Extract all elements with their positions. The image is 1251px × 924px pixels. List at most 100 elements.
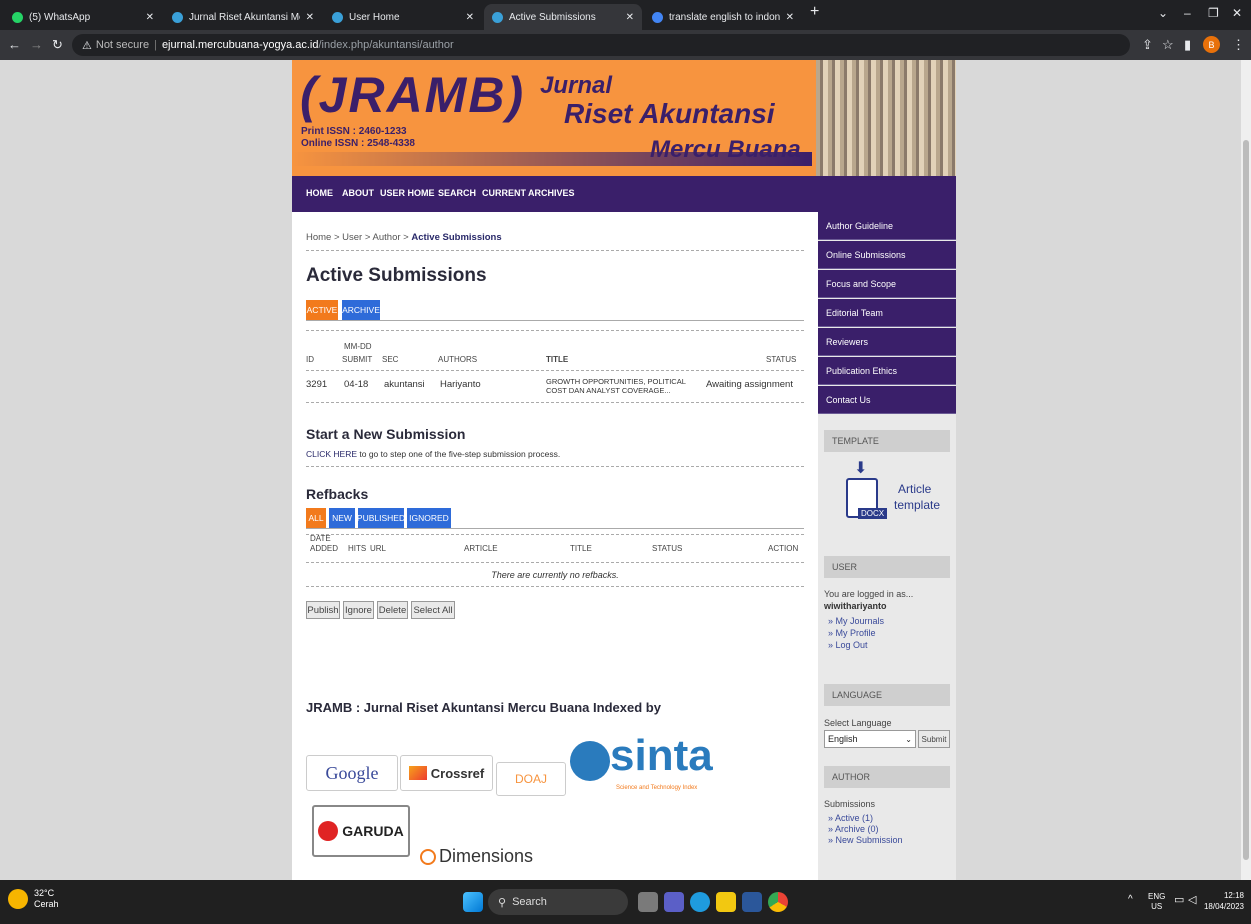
bookmark-star-icon[interactable]: ☆ <box>1162 37 1174 53</box>
volume-icon[interactable]: ◁ <box>1188 893 1196 906</box>
sidebar-item-publication-ethics[interactable]: Publication Ethics <box>818 357 956 385</box>
archive-submissions-link[interactable]: » Archive (0) <box>828 824 879 835</box>
active-submissions-link[interactable]: » Active (1) <box>828 813 873 824</box>
new-tab-button[interactable]: + <box>810 3 819 21</box>
sidebar-item-reviewers[interactable]: Reviewers <box>818 328 956 356</box>
close-icon[interactable]: ✕ <box>146 12 154 23</box>
filter-ignored[interactable]: IGNORED <box>407 508 451 528</box>
tab-active[interactable]: ACTIVE <box>306 300 338 320</box>
tab-user-home[interactable]: User Home ✕ <box>324 4 482 30</box>
profile-avatar[interactable]: B <box>1203 36 1220 53</box>
delete-button[interactable]: Delete <box>377 601 408 619</box>
col-status: STATUS <box>652 544 683 553</box>
tab-whatsapp[interactable]: (5) WhatsApp ✕ <box>4 4 162 30</box>
nav-user-home[interactable]: USER HOME <box>380 188 435 198</box>
whatsapp-icon <box>12 11 23 23</box>
restore-button[interactable]: ❐ <box>1208 6 1219 20</box>
main-nav: HOME ABOUT USER HOME SEARCH CURRENT ARCH… <box>292 176 956 212</box>
log-out-link[interactable]: » Log Out <box>828 640 868 651</box>
col-title[interactable]: TITLE <box>546 355 568 365</box>
article-template-link[interactable]: ⬇ DOCX Article template <box>840 458 950 530</box>
close-window-button[interactable]: ✕ <box>1232 6 1242 20</box>
taskbar-search[interactable]: ⚲ Search <box>488 889 628 915</box>
crossref-logo[interactable]: Crossref <box>400 755 493 791</box>
sidepanel-icon[interactable]: ▮ <box>1184 37 1191 53</box>
url-field[interactable]: ⚠ Not secure | ejurnal.mercubuana-yogya.… <box>72 34 1130 56</box>
language-select[interactable]: English ⌄ <box>824 730 916 748</box>
google-scholar-logo[interactable]: Google <box>306 755 398 791</box>
nav-search[interactable]: SEARCH <box>438 188 476 198</box>
submissions-label: Submissions <box>824 799 876 809</box>
back-icon[interactable]: ← <box>8 37 21 52</box>
minimize-button[interactable]: – <box>1184 6 1191 20</box>
sidebar-item-focus-scope[interactable]: Focus and Scope <box>818 270 956 298</box>
close-icon[interactable]: ✕ <box>466 12 474 23</box>
menu-icon[interactable]: ⋮ <box>1232 37 1245 53</box>
file-explorer-icon[interactable] <box>716 892 736 912</box>
chevron-down-icon: ⌄ <box>905 734 912 744</box>
site-icon <box>332 11 343 23</box>
nav-current[interactable]: CURRENT <box>482 188 526 198</box>
close-icon[interactable]: ✕ <box>786 12 794 23</box>
dimensions-logo[interactable]: Dimensions <box>420 846 533 867</box>
sidebar-item-contact-us[interactable]: Contact Us <box>818 386 956 414</box>
select-all-button[interactable]: Select All <box>411 601 455 619</box>
sinta-logo[interactable]: sinta Science and Technology Index <box>566 727 726 797</box>
filter-all[interactable]: ALL <box>306 508 326 528</box>
close-icon[interactable]: ✕ <box>306 12 314 23</box>
clock[interactable]: 12:18 18/04/2023 <box>1200 890 1244 912</box>
my-profile-link[interactable]: » My Profile <box>828 628 876 639</box>
tab-archive[interactable]: ARCHIVE <box>342 300 380 320</box>
browser-tab-bar: (5) WhatsApp ✕ Jurnal Riset Akuntansi Me… <box>0 0 1251 30</box>
language-submit-button[interactable]: Submit <box>918 730 950 748</box>
weather-widget[interactable]: 32°C Cerah <box>8 888 59 910</box>
nav-about[interactable]: ABOUT <box>342 188 374 198</box>
garuda-logo[interactable]: GARUDA <box>312 805 410 857</box>
journal-logo[interactable]: (JRAMB) <box>300 66 525 124</box>
tab-jurnal[interactable]: Jurnal Riset Akuntansi Mercu Bu ✕ <box>164 4 322 30</box>
tab-active-submissions[interactable]: Active Submissions ✕ <box>484 4 642 30</box>
chrome-icon[interactable] <box>768 892 788 912</box>
cell-submit: 04-18 <box>344 379 369 390</box>
col-status: STATUS <box>766 355 797 364</box>
word-icon[interactable] <box>742 892 762 912</box>
share-icon[interactable]: ⇪ <box>1142 37 1153 53</box>
new-submission-link[interactable]: » New Submission <box>828 835 903 846</box>
sidebar-item-online-submissions[interactable]: Online Submissions <box>818 241 956 269</box>
task-view-icon[interactable] <box>638 892 658 912</box>
edge-icon[interactable] <box>690 892 710 912</box>
close-icon[interactable]: ✕ <box>626 12 634 23</box>
language-indicator[interactable]: ENG US <box>1148 892 1165 912</box>
page-scrollbar[interactable] <box>1241 60 1251 880</box>
tab-translate[interactable]: translate english to indonesia - G ✕ <box>644 4 802 30</box>
col-url: URL <box>370 544 387 553</box>
forward-icon[interactable]: → <box>30 37 43 52</box>
nav-archives[interactable]: ARCHIVES <box>528 188 575 198</box>
doaj-logo[interactable]: DOAJ <box>496 762 566 796</box>
indexed-heading: JRAMB : Jurnal Riset Akuntansi Mercu Bua… <box>306 700 661 715</box>
col-hits: HITS <box>348 544 367 553</box>
ignore-button[interactable]: Ignore <box>343 601 374 619</box>
start-button-icon[interactable] <box>463 892 483 912</box>
cell-title[interactable]: GROWTH OPPORTUNITIES, POLITICAL COST DAN… <box>546 377 686 395</box>
new-submission-heading: Start a New Submission <box>306 426 466 442</box>
dimensions-icon <box>420 848 436 865</box>
my-journals-link[interactable]: » My Journals <box>828 616 884 627</box>
sidebar-item-editorial-team[interactable]: Editorial Team <box>818 299 956 327</box>
chat-icon[interactable] <box>664 892 684 912</box>
divider <box>306 330 804 331</box>
filter-new[interactable]: NEW <box>329 508 355 528</box>
divider <box>306 402 804 403</box>
scrollbar-thumb[interactable] <box>1243 140 1249 860</box>
network-icon[interactable]: ▭ <box>1174 893 1184 906</box>
nav-home[interactable]: HOME <box>306 188 333 198</box>
sidebar-item-author-guideline[interactable]: Author Guideline <box>818 212 956 240</box>
chevron-up-icon[interactable]: ^ <box>1128 894 1133 905</box>
filter-published[interactable]: PUBLISHED <box>357 508 405 528</box>
reload-icon[interactable]: ↻ <box>52 37 63 53</box>
new-submission-text: CLICK HERE to go to step one of the five… <box>306 449 561 459</box>
cell-id: 3291 <box>306 379 328 390</box>
click-here-link[interactable]: CLICK HERE <box>306 449 357 459</box>
tab-search-icon[interactable]: ⌄ <box>1158 6 1168 20</box>
publish-button[interactable]: Publish <box>306 601 340 619</box>
